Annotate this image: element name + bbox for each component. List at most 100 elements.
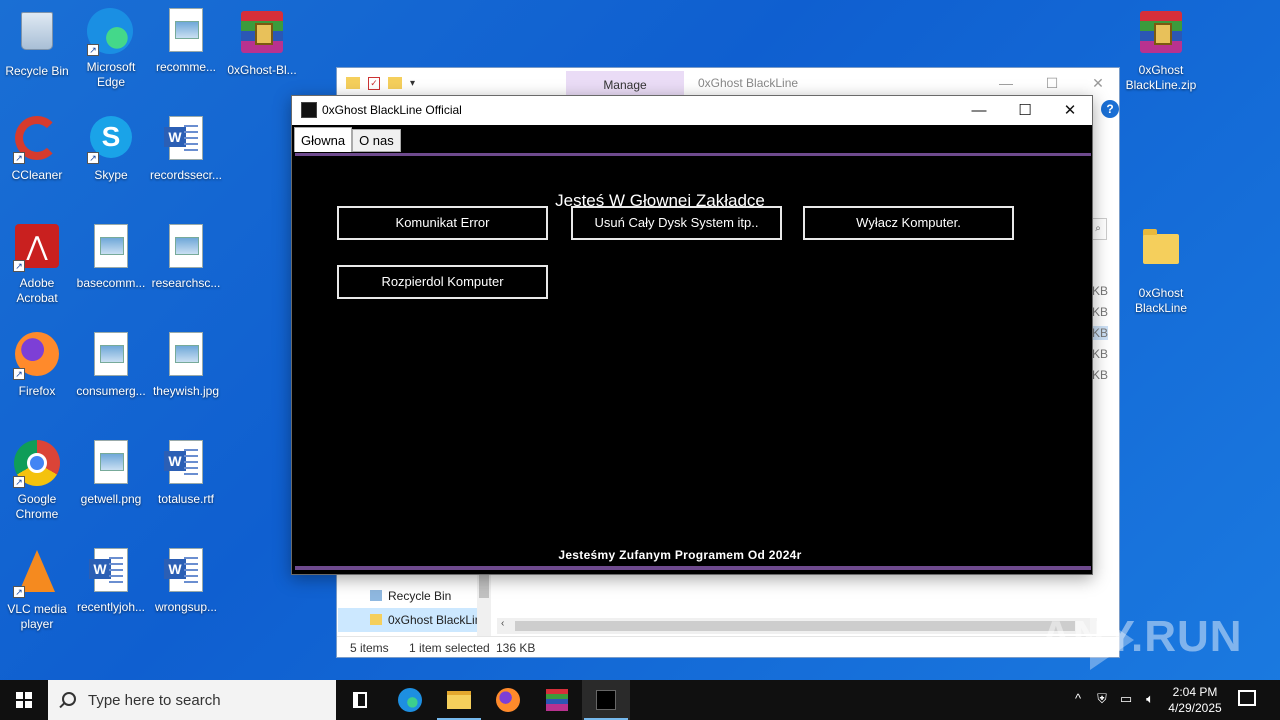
app-icon [596, 690, 616, 710]
close-button[interactable]: ✕ [1075, 72, 1121, 94]
nav-vertical-scrollbar[interactable] [477, 568, 491, 636]
taskbar-winrar[interactable] [533, 680, 581, 720]
researchsc-desktop-icon[interactable]: researchsc... [149, 224, 223, 291]
theywish-desktop-icon[interactable]: theywish.jpg [149, 332, 223, 399]
file-size-cell: KB [1092, 284, 1109, 298]
close-button[interactable]: ✕ [1047, 96, 1093, 125]
shutdown-button[interactable]: Wyłacz Komputer. [803, 206, 1014, 240]
app-body: Głowna O nas Jesteś W Głownej Zakładce K… [292, 125, 1092, 574]
taskbar-firefox[interactable] [484, 680, 532, 720]
volume-icon[interactable]: 🔈︎ [1142, 691, 1158, 707]
tab-manage[interactable]: Manage [566, 71, 684, 97]
word-document-icon: W [162, 116, 210, 164]
status-selected: 1 item selected [409, 641, 490, 655]
wrongsup-desktop-icon[interactable]: W wrongsup... [149, 548, 223, 615]
wipe-disk-button[interactable]: Usuń Cały Dysk System itp.. [571, 206, 782, 240]
clock[interactable]: 2:04 PM 4/29/2025 [1160, 684, 1230, 716]
edge-icon [398, 688, 422, 712]
panel-bottom-border [295, 566, 1091, 570]
new-folder-icon[interactable] [388, 77, 402, 89]
folder-icon[interactable] [346, 77, 360, 89]
vlc-desktop-icon[interactable]: ↗ VLC media player [0, 548, 74, 632]
word-document-icon: W [87, 548, 135, 596]
start-button[interactable] [0, 680, 48, 720]
recentlyjoh-desktop-icon[interactable]: W recentlyjoh... [74, 548, 148, 615]
recycle-bin-desktop-icon[interactable]: Recycle Bin [0, 8, 74, 79]
task-view-icon [353, 692, 367, 708]
totaluse-desktop-icon[interactable]: W totaluse.rtf [149, 440, 223, 507]
firefox-icon: ↗ [13, 332, 61, 380]
customize-toolbar-icon[interactable]: ▾ [410, 78, 415, 89]
panel-top-border [295, 153, 1091, 156]
tab-glowna[interactable]: Głowna [294, 127, 353, 152]
help-icon[interactable]: ? [1101, 100, 1119, 118]
maximize-button[interactable]: ☐ [1029, 72, 1075, 94]
scroll-left-icon[interactable]: ‹ [501, 618, 504, 629]
ccleaner-desktop-icon[interactable]: ↗ CCleaner [0, 116, 74, 183]
shortcut-arrow-icon: ↗ [13, 152, 25, 164]
winrar-icon [546, 689, 568, 711]
footer-text: Jesteśmy Zufanym Programem Od 2024r [558, 548, 802, 562]
image-file-icon [87, 440, 135, 488]
shortcut-arrow-icon: ↗ [87, 44, 99, 56]
nav-item-recycle-bin[interactable]: Recycle Bin [370, 589, 451, 603]
taskbar-edge[interactable] [386, 680, 434, 720]
adobe-acrobat-desktop-icon[interactable]: ⋀ ↗ Adobe Acrobat [0, 224, 74, 306]
basecomm-desktop-icon[interactable]: basecomm... [74, 224, 148, 291]
image-file-icon [162, 224, 210, 272]
file-size-cell: KB [1092, 368, 1109, 382]
notifications-icon[interactable] [1238, 690, 1256, 706]
vlc-cone-icon: ↗ [13, 550, 61, 598]
system-tray: ^ ⛨ ▭ 🔈︎ [1060, 680, 1160, 720]
error-message-button[interactable]: Komunikat Error [337, 206, 548, 240]
acrobat-icon: ⋀ ↗ [13, 224, 61, 272]
taskbar: Type here to search ^ ⛨ ▭ 🔈︎ 2:04 PM 4/2… [0, 680, 1280, 720]
network-icon[interactable]: ▭ [1118, 691, 1134, 707]
oxghost-folder-desktop-icon[interactable]: 0xGhost BlackLine [1124, 224, 1198, 316]
taskbar-oxghost-app[interactable] [582, 680, 630, 720]
chrome-icon: ↗ [13, 440, 61, 488]
app-window[interactable]: 0xGhost BlackLine Official — ☐ ✕ Głowna … [291, 95, 1093, 575]
taskbar-file-explorer[interactable] [435, 680, 483, 720]
shortcut-arrow-icon: ↗ [13, 586, 25, 598]
quick-access-toolbar: ✓ ▾ [346, 74, 415, 92]
tab-panel-main: Jesteś W Głownej Zakładce Komunikat Erro… [295, 153, 1091, 572]
folder-icon [1137, 229, 1185, 282]
explorer-titlebar: ✓ ▾ Manage 0xGhost BlackLine — ☐ ✕ [337, 68, 1119, 98]
tab-o-nas[interactable]: O nas [352, 129, 401, 152]
recycle-bin-icon [370, 590, 382, 601]
app-titlebar[interactable]: 0xGhost BlackLine Official — ☐ ✕ [292, 96, 1092, 125]
image-file-icon [87, 332, 135, 380]
windows-logo-icon [16, 692, 32, 708]
chevron-up-icon[interactable]: ^ [1070, 691, 1086, 707]
status-bar: 5 items 1 item selected 136 KB [337, 636, 1119, 658]
nav-item-oxghost-folder[interactable]: 0xGhost BlackLin [370, 613, 481, 627]
destroy-computer-button[interactable]: Rozpierdol Komputer [337, 265, 548, 299]
recordssecr-desktop-icon[interactable]: W recordssecr... [149, 116, 223, 183]
firefox-desktop-icon[interactable]: ↗ Firefox [0, 332, 74, 399]
consumerg-desktop-icon[interactable]: consumerg... [74, 332, 148, 399]
tab-strip: Głowna O nas [294, 127, 401, 152]
minimize-button[interactable]: — [956, 96, 1002, 125]
horizontal-scrollbar[interactable]: ‹ [497, 618, 1097, 634]
skype-desktop-icon[interactable]: S ↗ Skype [74, 116, 148, 183]
edge-icon: ↗ [87, 8, 135, 56]
taskbar-search[interactable]: Type here to search [48, 680, 336, 720]
getwell-desktop-icon[interactable]: getwell.png [74, 440, 148, 507]
oxghost-bl-desktop-icon[interactable]: 0xGhost-Bl... [225, 8, 299, 78]
minimize-button[interactable]: — [983, 72, 1029, 94]
shortcut-arrow-icon: ↗ [13, 368, 25, 380]
clock-date: 4/29/2025 [1168, 701, 1222, 715]
task-view-button[interactable] [336, 680, 384, 720]
oxghost-zip-desktop-icon[interactable]: 0xGhost BlackLine.zip [1124, 8, 1198, 93]
microsoft-edge-desktop-icon[interactable]: ↗ Microsoft Edge [74, 8, 148, 90]
recomme-desktop-icon[interactable]: recomme... [149, 8, 223, 75]
properties-icon[interactable]: ✓ [368, 76, 380, 90]
status-item-count: 5 items [350, 641, 389, 655]
google-chrome-desktop-icon[interactable]: ↗ Google Chrome [0, 440, 74, 522]
maximize-button[interactable]: ☐ [1002, 96, 1048, 125]
security-icon[interactable]: ⛨ [1094, 691, 1110, 707]
ccleaner-icon: ↗ [13, 116, 61, 164]
explorer-title: 0xGhost BlackLine [698, 76, 799, 90]
watermark: ANY.RUN [1040, 612, 1243, 661]
